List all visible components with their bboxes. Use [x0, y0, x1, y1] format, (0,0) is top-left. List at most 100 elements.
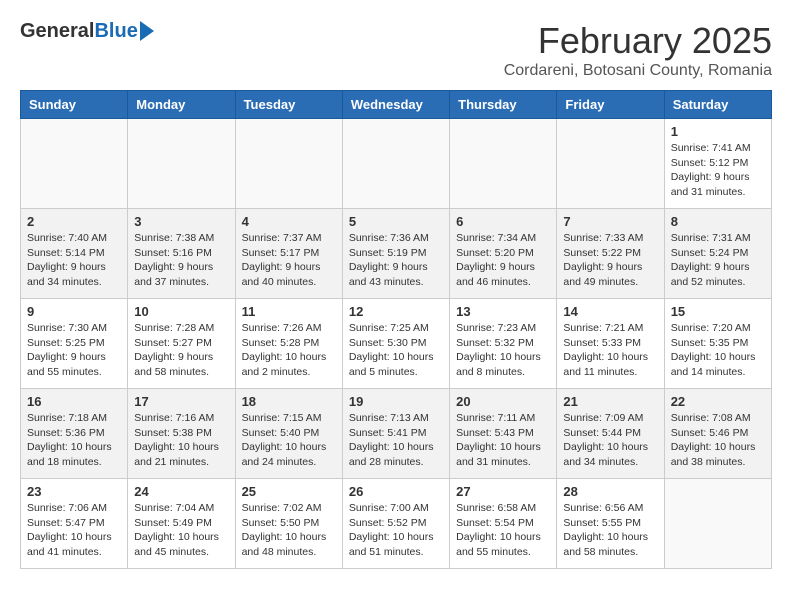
day-number: 14 [563, 304, 657, 319]
day-info: Sunrise: 7:41 AM Sunset: 5:12 PM Dayligh… [671, 141, 765, 200]
day-number: 20 [456, 394, 550, 409]
day-info: Sunrise: 7:11 AM Sunset: 5:43 PM Dayligh… [456, 411, 550, 470]
calendar-day-cell: 28Sunrise: 6:56 AM Sunset: 5:55 PM Dayli… [557, 479, 664, 569]
calendar-day-cell: 23 Sunrise: 7:06 AM Sunset: 5:47 PM Dayli… [21, 479, 128, 569]
calendar-day-cell: 12Sunrise: 7:25 AM Sunset: 5:30 PM Dayli… [342, 299, 449, 389]
day-info: Sunrise: 7:09 AM Sunset: 5:44 PM Dayligh… [563, 411, 657, 470]
day-number: 2 [27, 214, 121, 229]
calendar-day-cell [664, 479, 771, 569]
day-number: 25 [242, 484, 336, 499]
day-info: Sunrise: 7:20 AM Sunset: 5:35 PM Dayligh… [671, 321, 765, 380]
day-number: 4 [242, 214, 336, 229]
calendar-day-cell: 4 Sunrise: 7:37 AM Sunset: 5:17 PM Daylig… [235, 209, 342, 299]
day-info: Sunrise: 7:37 AM Sunset: 5:17 PM Dayligh… [242, 231, 336, 290]
calendar-day-cell: 7 Sunrise: 7:33 AM Sunset: 5:22 PM Daylig… [557, 209, 664, 299]
calendar-day-cell [235, 119, 342, 209]
day-number: 11 [242, 304, 336, 319]
day-number: 12 [349, 304, 443, 319]
day-info: Sunrise: 7:00 AM Sunset: 5:52 PM Dayligh… [349, 501, 443, 560]
day-info: Sunrise: 7:31 AM Sunset: 5:24 PM Dayligh… [671, 231, 765, 290]
calendar-day-cell: 16 Sunrise: 7:18 AM Sunset: 5:36 PM Dayli… [21, 389, 128, 479]
day-info: Sunrise: 7:08 AM Sunset: 5:46 PM Dayligh… [671, 411, 765, 470]
day-number: 15 [671, 304, 765, 319]
day-info: Sunrise: 7:04 AM Sunset: 5:49 PM Dayligh… [134, 501, 228, 560]
day-number: 24 [134, 484, 228, 499]
calendar-day-cell: 26Sunrise: 7:00 AM Sunset: 5:52 PM Dayli… [342, 479, 449, 569]
title-section: February 2025 Cordareni, Botosani County… [504, 20, 772, 80]
weekday-header: Sunday [21, 91, 128, 119]
day-number: 18 [242, 394, 336, 409]
day-number: 5 [349, 214, 443, 229]
weekday-header: Wednesday [342, 91, 449, 119]
calendar-day-cell: 19 Sunrise: 7:13 AM Sunset: 5:41 PM Dayli… [342, 389, 449, 479]
day-info: Sunrise: 7:21 AM Sunset: 5:33 PM Dayligh… [563, 321, 657, 380]
day-number: 7 [563, 214, 657, 229]
calendar-week-row: 16 Sunrise: 7:18 AM Sunset: 5:36 PM Dayli… [21, 389, 772, 479]
day-number: 1 [671, 124, 765, 139]
day-info: Sunrise: 7:13 AM Sunset: 5:41 PM Dayligh… [349, 411, 443, 470]
logo-general-text: General [20, 20, 94, 43]
day-info: Sunrise: 7:26 AM Sunset: 5:28 PM Dayligh… [242, 321, 336, 380]
day-number: 10 [134, 304, 228, 319]
calendar-day-cell: 21 Sunrise: 7:09 AM Sunset: 5:44 PM Dayli… [557, 389, 664, 479]
logo-arrow-icon [140, 21, 154, 41]
calendar-day-cell [21, 119, 128, 209]
calendar-day-cell: 3Sunrise: 7:38 AM Sunset: 5:16 PM Daylig… [128, 209, 235, 299]
calendar-day-cell [450, 119, 557, 209]
day-info: Sunrise: 6:56 AM Sunset: 5:55 PM Dayligh… [563, 501, 657, 560]
day-info: Sunrise: 7:38 AM Sunset: 5:16 PM Dayligh… [134, 231, 228, 290]
day-info: Sunrise: 7:33 AM Sunset: 5:22 PM Dayligh… [563, 231, 657, 290]
calendar-day-cell: 18 Sunrise: 7:15 AM Sunset: 5:40 PM Dayli… [235, 389, 342, 479]
day-info: Sunrise: 6:58 AM Sunset: 5:54 PM Dayligh… [456, 501, 550, 560]
weekday-header: Saturday [664, 91, 771, 119]
day-info: Sunrise: 7:36 AM Sunset: 5:19 PM Dayligh… [349, 231, 443, 290]
day-number: 21 [563, 394, 657, 409]
calendar-day-cell: 15 Sunrise: 7:20 AM Sunset: 5:35 PM Dayli… [664, 299, 771, 389]
day-number: 6 [456, 214, 550, 229]
day-info: Sunrise: 7:23 AM Sunset: 5:32 PM Dayligh… [456, 321, 550, 380]
calendar-week-row: 2Sunrise: 7:40 AM Sunset: 5:14 PM Daylig… [21, 209, 772, 299]
calendar-day-cell [128, 119, 235, 209]
weekday-header: Friday [557, 91, 664, 119]
calendar-day-cell: 17Sunrise: 7:16 AM Sunset: 5:38 PM Dayli… [128, 389, 235, 479]
day-number: 16 [27, 394, 121, 409]
calendar-day-cell: 8 Sunrise: 7:31 AM Sunset: 5:24 PM Daylig… [664, 209, 771, 299]
day-number: 27 [456, 484, 550, 499]
day-info: Sunrise: 7:34 AM Sunset: 5:20 PM Dayligh… [456, 231, 550, 290]
day-info: Sunrise: 7:06 AM Sunset: 5:47 PM Dayligh… [27, 501, 121, 560]
calendar-day-cell: 6 Sunrise: 7:34 AM Sunset: 5:20 PM Daylig… [450, 209, 557, 299]
calendar-day-cell: 14 Sunrise: 7:21 AM Sunset: 5:33 PM Dayli… [557, 299, 664, 389]
location-title: Cordareni, Botosani County, Romania [504, 62, 772, 80]
day-info: Sunrise: 7:02 AM Sunset: 5:50 PM Dayligh… [242, 501, 336, 560]
day-number: 22 [671, 394, 765, 409]
calendar-day-cell: 11 Sunrise: 7:26 AM Sunset: 5:28 PM Dayli… [235, 299, 342, 389]
day-number: 23 [27, 484, 121, 499]
day-number: 8 [671, 214, 765, 229]
month-title: February 2025 [504, 20, 772, 62]
calendar-day-cell: 10Sunrise: 7:28 AM Sunset: 5:27 PM Dayli… [128, 299, 235, 389]
calendar-day-cell: 9Sunrise: 7:30 AM Sunset: 5:25 PM Daylig… [21, 299, 128, 389]
day-info: Sunrise: 7:30 AM Sunset: 5:25 PM Dayligh… [27, 321, 121, 380]
calendar-week-row: 23 Sunrise: 7:06 AM Sunset: 5:47 PM Dayli… [21, 479, 772, 569]
calendar-table: SundayMondayTuesdayWednesdayThursdayFrid… [20, 90, 772, 569]
calendar-week-row: 1 Sunrise: 7:41 AM Sunset: 5:12 PM Daylig… [21, 119, 772, 209]
weekday-header: Thursday [450, 91, 557, 119]
calendar-day-cell: 22 Sunrise: 7:08 AM Sunset: 5:46 PM Dayli… [664, 389, 771, 479]
calendar-day-cell: 5 Sunrise: 7:36 AM Sunset: 5:19 PM Daylig… [342, 209, 449, 299]
day-number: 17 [134, 394, 228, 409]
day-info: Sunrise: 7:18 AM Sunset: 5:36 PM Dayligh… [27, 411, 121, 470]
page-header: General Blue February 2025 Cordareni, Bo… [20, 20, 772, 80]
day-number: 13 [456, 304, 550, 319]
calendar-week-row: 9Sunrise: 7:30 AM Sunset: 5:25 PM Daylig… [21, 299, 772, 389]
calendar-day-cell: 13 Sunrise: 7:23 AM Sunset: 5:32 PM Dayli… [450, 299, 557, 389]
calendar-day-cell: 24 Sunrise: 7:04 AM Sunset: 5:49 PM Dayli… [128, 479, 235, 569]
calendar-day-cell: 20 Sunrise: 7:11 AM Sunset: 5:43 PM Dayli… [450, 389, 557, 479]
calendar-day-cell: 1 Sunrise: 7:41 AM Sunset: 5:12 PM Daylig… [664, 119, 771, 209]
calendar-day-cell: 2Sunrise: 7:40 AM Sunset: 5:14 PM Daylig… [21, 209, 128, 299]
day-info: Sunrise: 7:15 AM Sunset: 5:40 PM Dayligh… [242, 411, 336, 470]
weekday-header: Tuesday [235, 91, 342, 119]
day-number: 19 [349, 394, 443, 409]
logo-blue-text: Blue [94, 20, 137, 43]
calendar-day-cell: 25 Sunrise: 7:02 AM Sunset: 5:50 PM Dayli… [235, 479, 342, 569]
logo: General Blue [20, 20, 154, 43]
